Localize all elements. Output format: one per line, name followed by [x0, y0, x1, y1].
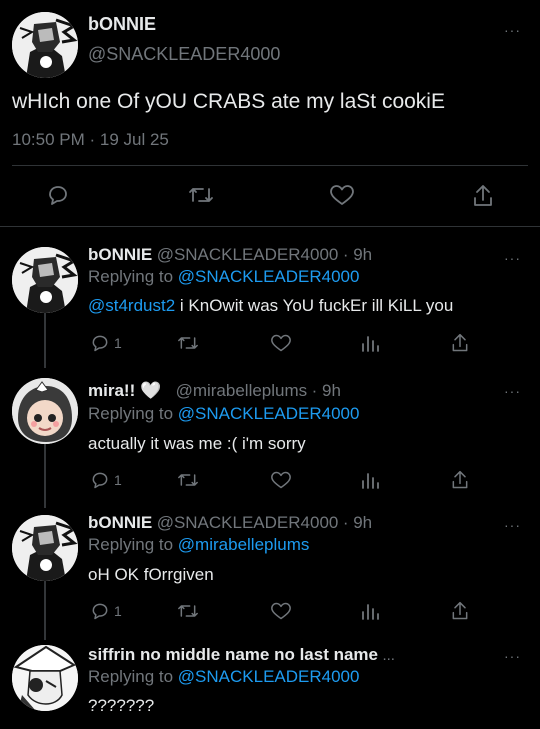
views-icon	[362, 473, 379, 489]
reply-icon	[49, 186, 67, 205]
share-icon	[452, 470, 468, 489]
share-icon	[474, 185, 492, 206]
views-button[interactable]	[360, 333, 380, 353]
name-ellipsis: ...	[382, 647, 395, 664]
avatar[interactable]	[12, 378, 78, 444]
author-handle[interactable]: @SNACKLEADER4000	[157, 513, 339, 532]
avatar[interactable]	[12, 247, 78, 313]
post-time[interactable]: · 9h	[312, 381, 341, 400]
views-icon	[362, 336, 379, 352]
post-time[interactable]: · 9h	[343, 245, 372, 264]
reply-header: mira!! 🤍 @mirabelleplums · 9h	[88, 381, 341, 401]
thread-line	[44, 572, 46, 640]
replying-to-link[interactable]: @SNACKLEADER4000	[178, 267, 360, 286]
like-button[interactable]	[329, 183, 355, 207]
more-options-button[interactable]: ···	[504, 648, 521, 664]
author-handle[interactable]: @mirabelleplums	[176, 381, 308, 400]
author-name[interactable]: bONNIE	[88, 14, 156, 35]
reply-text: ???????	[88, 696, 155, 715]
share-button[interactable]	[471, 183, 495, 209]
share-button[interactable]	[450, 332, 470, 354]
retweet-button[interactable]	[188, 183, 214, 207]
replying-label: Replying to	[88, 267, 174, 286]
retweet-icon	[178, 605, 198, 617]
reply-icon	[92, 335, 108, 352]
mention-link[interactable]: @st4rdust2	[88, 296, 175, 315]
more-options-button[interactable]: ···	[504, 22, 521, 38]
bonnie-avatar-image	[12, 247, 78, 313]
like-icon	[330, 185, 354, 205]
reply-body: i KnOwit was YoU fuckEr ill KiLL you	[175, 296, 454, 315]
author-name[interactable]: bONNIE	[88, 513, 152, 532]
author-name[interactable]: siffrin no middle name no last name	[88, 645, 378, 664]
like-button[interactable]	[270, 601, 292, 621]
views-button[interactable]	[360, 470, 380, 490]
divider	[0, 226, 540, 227]
replying-to-link[interactable]: @mirabelleplums	[178, 535, 310, 554]
share-icon	[452, 601, 468, 620]
replying-to: Replying to @SNACKLEADER4000	[88, 667, 359, 687]
thread-line	[44, 440, 46, 508]
mira-avatar-image	[12, 378, 78, 444]
replying-to-link[interactable]: @SNACKLEADER4000	[178, 404, 360, 423]
replying-to: Replying to @mirabelleplums	[88, 535, 309, 555]
bonnie-avatar-image	[12, 515, 78, 581]
views-button[interactable]	[360, 601, 380, 621]
divider	[12, 165, 528, 166]
reply-button[interactable]	[46, 183, 70, 207]
reply-icon	[92, 472, 108, 489]
views-icon	[362, 604, 379, 620]
replying-label: Replying to	[88, 404, 174, 423]
reply-text: actually it was me :( i'm sorry	[88, 434, 306, 453]
avatar[interactable]	[12, 645, 78, 711]
post-time[interactable]: · 9h	[343, 513, 372, 532]
reply-button[interactable]: 1	[90, 333, 122, 353]
like-icon	[271, 602, 291, 620]
post-text: wHIch one Of yOU CRABS ate my laSt cooki…	[12, 90, 445, 113]
reply-icon	[92, 603, 108, 620]
reply-count: 1	[114, 603, 122, 619]
retweet-icon	[189, 188, 213, 202]
reply-button[interactable]: 1	[90, 601, 122, 621]
reply-header: bONNIE @SNACKLEADER4000 · 9h	[88, 513, 372, 533]
author-name[interactable]: mira!! 🤍	[88, 381, 161, 400]
retweet-button[interactable]	[177, 601, 199, 621]
replying-label: Replying to	[88, 535, 174, 554]
replying-to-link[interactable]: @SNACKLEADER4000	[178, 667, 360, 686]
author-name[interactable]: bONNIE	[88, 245, 152, 264]
reply-count: 1	[114, 335, 122, 351]
more-options-button[interactable]: ···	[504, 383, 521, 399]
retweet-button[interactable]	[177, 470, 199, 490]
like-button[interactable]	[270, 333, 292, 353]
avatar[interactable]	[12, 515, 78, 581]
more-options-button[interactable]: ···	[504, 517, 521, 533]
like-button[interactable]	[270, 470, 292, 490]
reply-count: 1	[114, 472, 122, 488]
replying-to: Replying to @SNACKLEADER4000	[88, 404, 359, 424]
replying-label: Replying to	[88, 667, 174, 686]
reply-header: siffrin no middle name no last name ...	[88, 645, 395, 665]
retweet-icon	[178, 337, 198, 349]
reply-button[interactable]: 1	[90, 470, 122, 490]
retweet-button[interactable]	[177, 333, 199, 353]
share-button[interactable]	[450, 600, 470, 622]
reply-text: @st4rdust2 i KnOwit was YoU fuckEr ill K…	[88, 296, 453, 316]
avatar[interactable]	[12, 12, 78, 78]
like-icon	[271, 471, 291, 489]
replying-to: Replying to @SNACKLEADER4000	[88, 267, 359, 287]
share-button[interactable]	[450, 469, 470, 491]
share-icon	[452, 333, 468, 352]
more-options-button[interactable]: ···	[504, 250, 521, 266]
retweet-icon	[178, 474, 198, 486]
reply-header: bONNIE @SNACKLEADER4000 · 9h	[88, 245, 372, 265]
like-icon	[271, 334, 291, 352]
author-handle[interactable]: @SNACKLEADER4000	[157, 245, 339, 264]
post-timestamp[interactable]: 10:50 PM · 19 Jul 25	[12, 130, 169, 150]
author-handle[interactable]: @SNACKLEADER4000	[88, 44, 280, 65]
reply-text: oH OK fOrrgiven	[88, 565, 214, 584]
siffrin-avatar-image	[12, 645, 78, 711]
bonnie-avatar-image	[12, 12, 78, 78]
